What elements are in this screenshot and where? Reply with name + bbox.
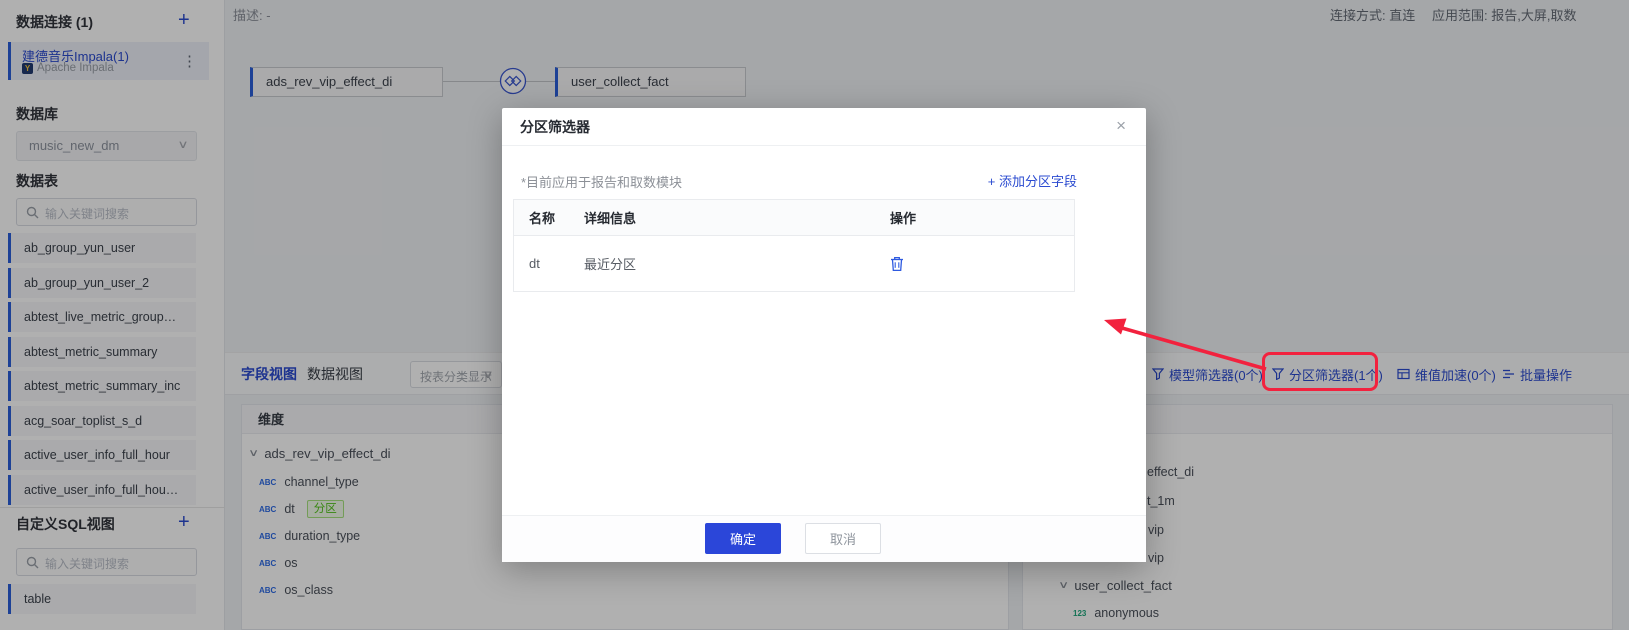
dialog-note: *目前应用于报告和取数模块 — [521, 172, 682, 191]
dialog-title: 分区筛选器 — [520, 108, 590, 146]
add-partition-field-link[interactable]: + 添加分区字段 — [988, 171, 1077, 190]
column-header-name: 名称 — [514, 200, 584, 235]
cancel-button[interactable]: 取消 — [805, 523, 881, 554]
dialog-header: 分区筛选器 × — [502, 108, 1146, 146]
partition-filter-dialog: 分区筛选器 × *目前应用于报告和取数模块 + 添加分区字段 名称 详细信息 操… — [502, 108, 1146, 562]
app-root: 数据连接 (1) + 建德音乐Impala(1) Y Apache Impala… — [0, 0, 1629, 630]
column-header-detail: 详细信息 — [584, 200, 890, 235]
table-row: dt 最近分区 — [514, 236, 1074, 291]
confirm-button[interactable]: 确定 — [705, 523, 781, 554]
dialog-footer: 确定 取消 — [502, 515, 1146, 562]
partition-table: 名称 详细信息 操作 dt 最近分区 — [513, 199, 1075, 292]
delete-icon[interactable] — [890, 256, 904, 272]
close-icon[interactable]: × — [1116, 108, 1126, 144]
partition-table-header: 名称 详细信息 操作 — [514, 200, 1074, 236]
column-header-action: 操作 — [890, 200, 1074, 235]
partition-name-cell: dt — [514, 236, 584, 291]
partition-detail-cell: 最近分区 — [584, 236, 890, 291]
